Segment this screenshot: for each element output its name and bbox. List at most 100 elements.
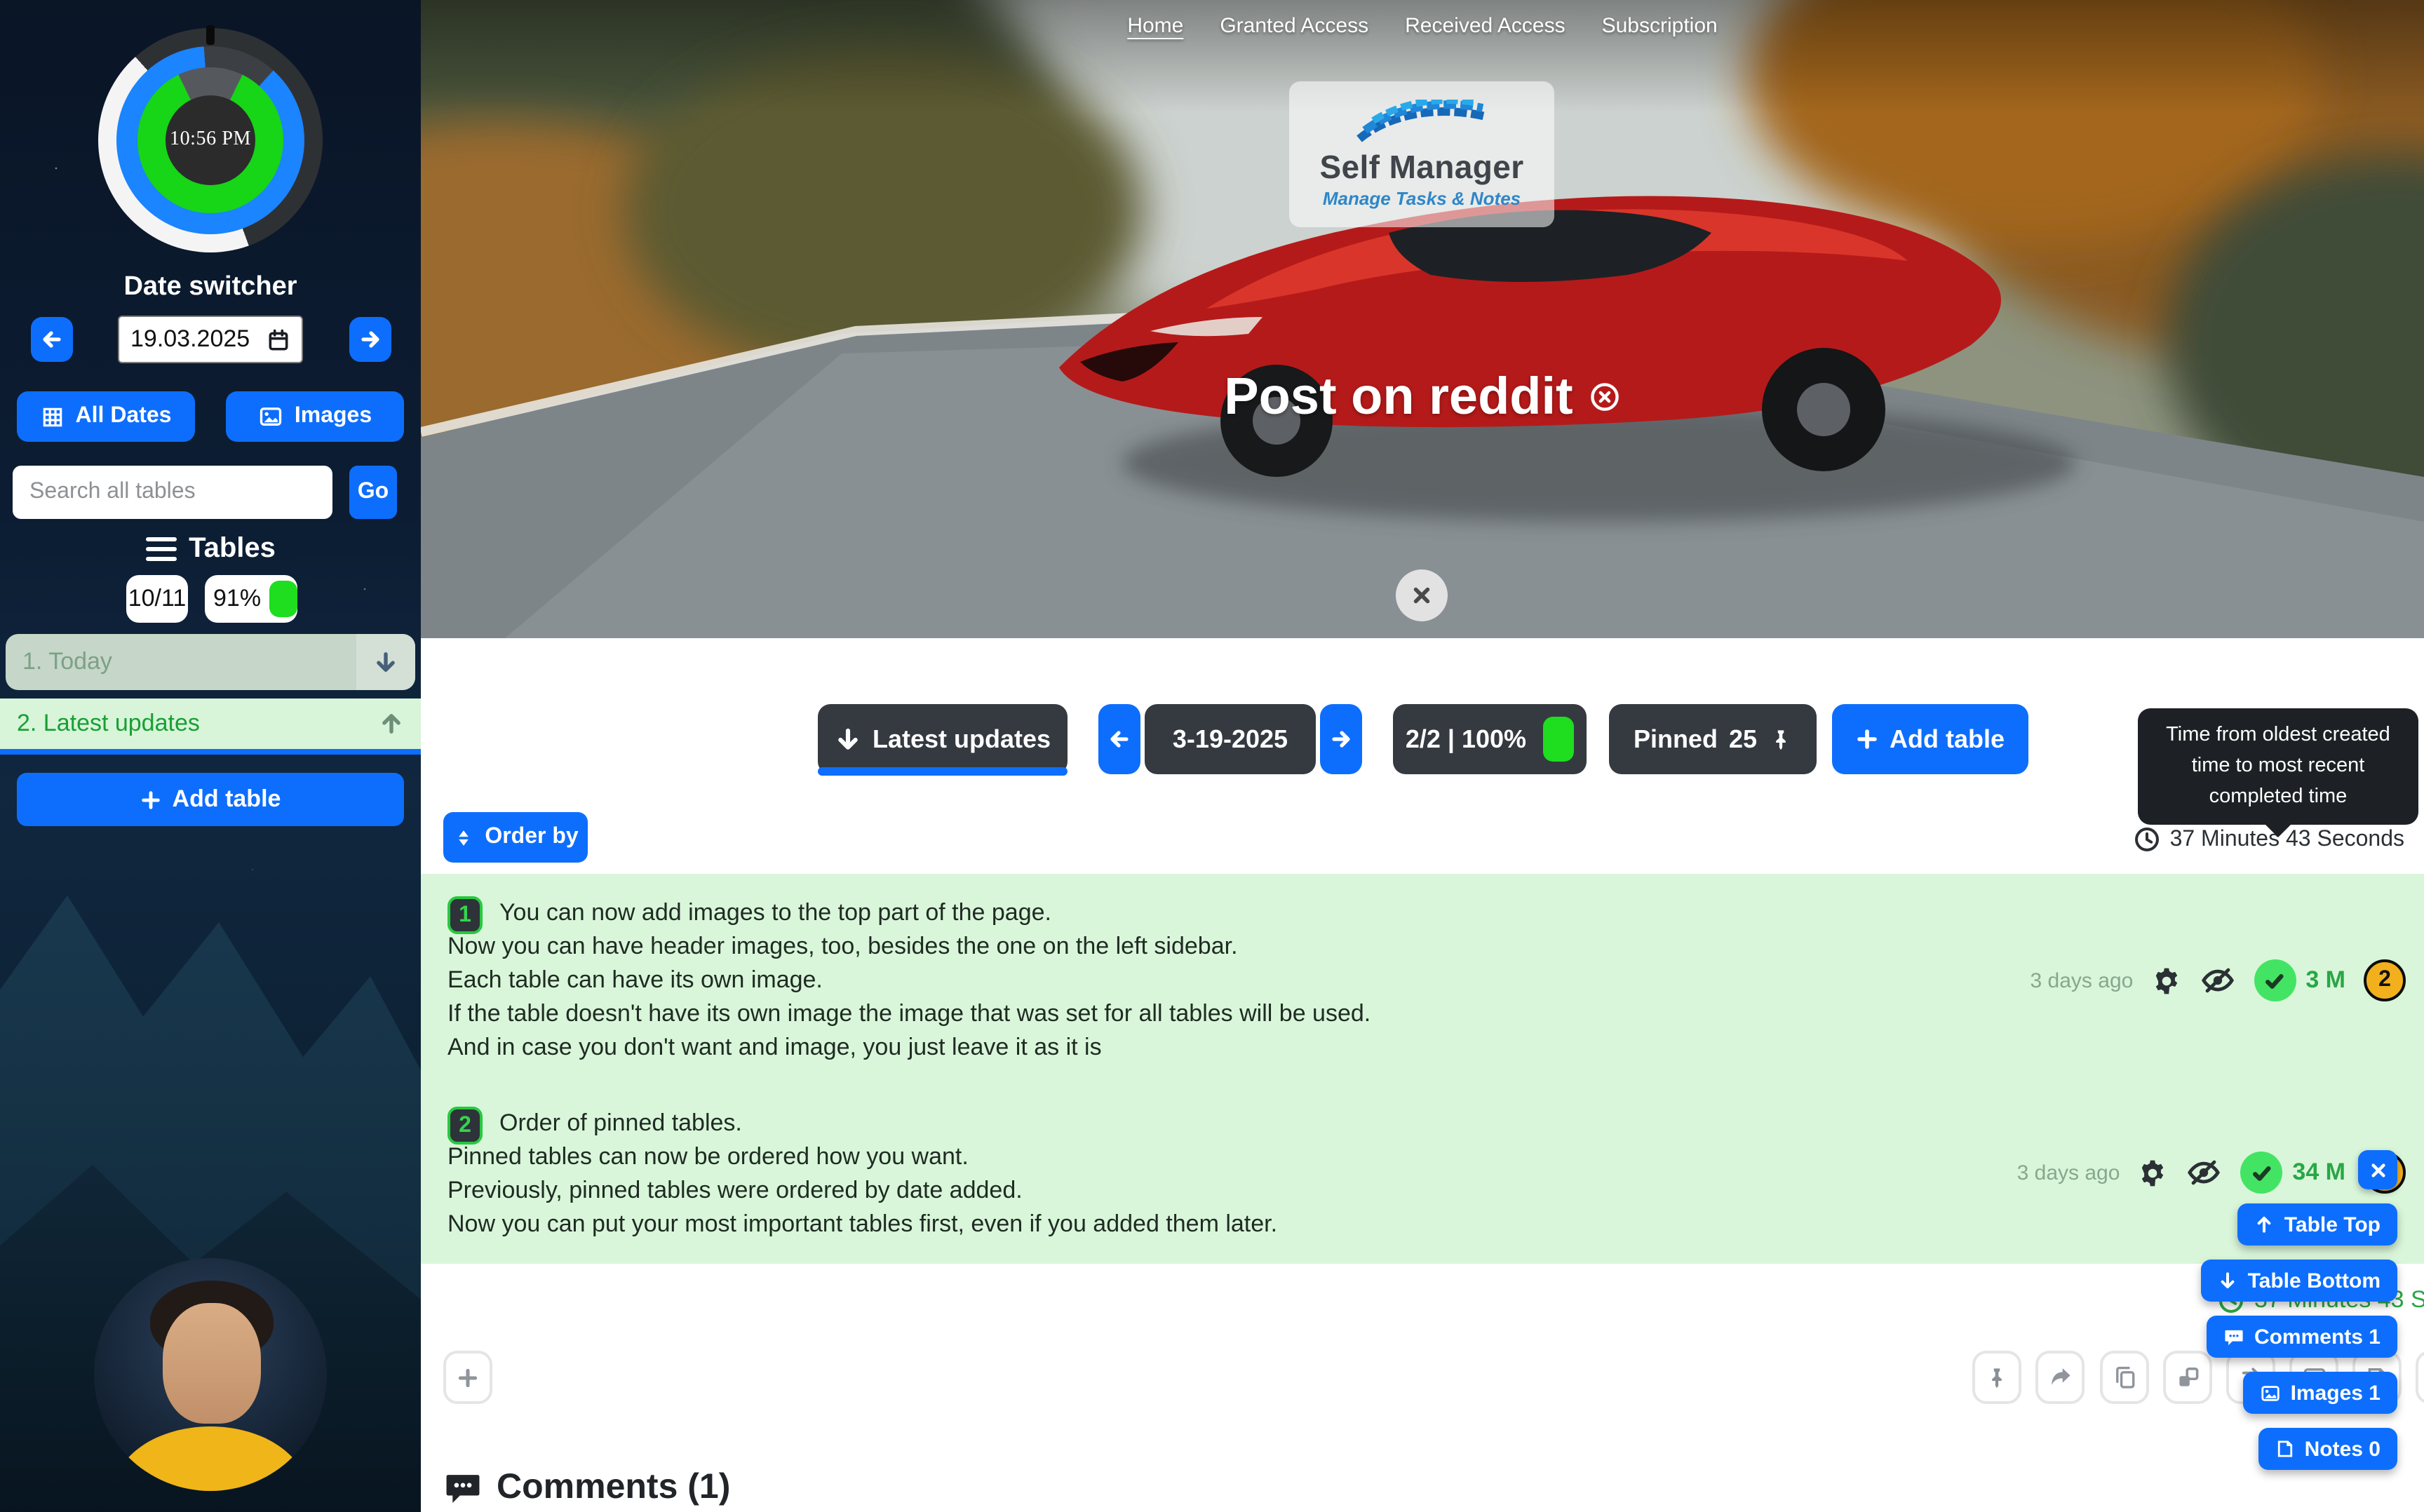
logo-wave-icon [1345, 100, 1499, 147]
arrow-right-icon [1330, 728, 1352, 750]
search-go-button[interactable]: Go [349, 466, 397, 519]
check-icon [2263, 968, 2287, 992]
collapse-header-button[interactable] [1396, 569, 1448, 621]
current-date-button[interactable]: 3-19-2025 [1145, 704, 1316, 774]
arrow-down-icon [373, 649, 398, 675]
copy-icon [2112, 1365, 2137, 1390]
share-button[interactable] [2035, 1351, 2085, 1404]
date-input-wrap [118, 316, 303, 363]
arrow-right-icon [359, 328, 382, 351]
task-line: Previously, pinned tables were ordered b… [447, 1174, 1023, 1208]
add-row-button[interactable] [443, 1351, 492, 1404]
arrow-up-icon [379, 711, 404, 736]
avatar-shirt [114, 1426, 307, 1491]
pinned-button[interactable]: Pinned 25 [1609, 704, 1817, 774]
app-logo: Self Manager Manage Tasks & Notes [1289, 81, 1554, 227]
gear-icon[interactable] [2151, 966, 2181, 995]
prev-day-button[interactable] [1098, 704, 1140, 774]
menu-item-label: Table Bottom [2248, 1269, 2381, 1292]
task-title: Order of pinned tables. [499, 1107, 742, 1140]
task-line: If the table doesn't have its own image … [447, 997, 1371, 1031]
images-button[interactable]: Images [226, 391, 404, 442]
add-table-label: Add table [173, 785, 281, 814]
close-icon [2369, 1161, 2387, 1179]
top-nav: Home Granted Access Received Access Subs… [421, 14, 2424, 38]
task-controls: 3 days ago 3 M 2 [2031, 959, 2406, 1001]
add-table-button-toolbar[interactable]: Add table [1832, 704, 2028, 774]
menu-item-label: Images 1 [2291, 1381, 2381, 1405]
menu-item-comments[interactable]: Comments 1 [2207, 1316, 2397, 1358]
hidden-action-button[interactable] [2416, 1351, 2424, 1404]
avatar-face [163, 1303, 261, 1424]
plus-icon [1856, 728, 1878, 750]
all-dates-button[interactable]: All Dates [17, 391, 195, 442]
sidebar-item-label: 2. Latest updates [17, 710, 200, 738]
eye-slash-icon[interactable] [2199, 962, 2235, 999]
logo-subtitle: Manage Tasks & Notes [1323, 188, 1521, 209]
latest-updates-table: 1 You can now add images to the top part… [421, 874, 2424, 1264]
task-duration: 3 M [2305, 966, 2345, 994]
menu-item-table-top[interactable]: Table Top [2238, 1203, 2397, 1246]
duration-tooltip: Time from oldest created time to most re… [2138, 708, 2418, 825]
menu-item-label: Table Top [2284, 1213, 2381, 1236]
pin-table-button[interactable] [1972, 1351, 2021, 1404]
task-line: Each table can have its own image. [447, 964, 823, 997]
search-input[interactable] [13, 466, 332, 519]
activity-clock: 10:56 PM [98, 28, 323, 252]
user-avatar[interactable] [94, 1258, 327, 1491]
progress-button[interactable]: 2/2 | 100% [1393, 704, 1587, 774]
arrow-left-icon [41, 328, 63, 351]
clock-notch [206, 25, 215, 45]
percent-pill [269, 581, 297, 617]
latest-updates-button[interactable]: Latest updates [818, 704, 1068, 774]
chat-icon [443, 1468, 483, 1507]
task-age: 3 days ago [2031, 968, 2134, 992]
tables-label: Tables [189, 533, 276, 565]
calendar-icon[interactable] [267, 328, 290, 351]
chat-icon [2223, 1326, 2244, 1347]
attachment-count-badge[interactable]: 2 [2364, 959, 2406, 1001]
circle-x-icon[interactable] [1590, 382, 1621, 412]
sidebar: 10:56 PM Date switcher All Dates Images … [0, 0, 421, 1512]
plus-icon [140, 789, 161, 810]
all-dates-label: All Dates [76, 404, 172, 429]
prev-date-button[interactable] [31, 317, 73, 362]
table-title: Post on reddit [421, 367, 2424, 426]
order-by-button[interactable]: Order by [443, 812, 588, 863]
clock-time: 10:56 PM [170, 129, 251, 151]
menu-item-table-bottom[interactable]: Table Bottom [2202, 1260, 2397, 1302]
sidebar-item-latest-updates[interactable]: 2. Latest updates [0, 698, 421, 755]
nav-item-granted-access[interactable]: Granted Access [1220, 14, 1368, 38]
pin-icon [1768, 727, 1792, 751]
table-context-menu: Table Top Table Bottom Comments 1 Images… [2202, 1150, 2397, 1470]
next-day-button[interactable] [1320, 704, 1362, 774]
images-label: Images [295, 404, 372, 429]
menu-item-label: Comments 1 [2254, 1325, 2381, 1349]
nav-item-received-access[interactable]: Received Access [1405, 14, 1565, 38]
nav-item-home[interactable]: Home [1127, 14, 1183, 38]
tables-percent-value: 91% [213, 585, 261, 613]
task-number-badge[interactable]: 1 [447, 896, 483, 934]
menu-item-notes[interactable]: Notes 0 [2258, 1428, 2397, 1470]
copy-button[interactable] [2100, 1351, 2149, 1404]
close-menu-button[interactable] [2358, 1150, 2397, 1189]
add-table-button-sidebar[interactable]: Add table [17, 773, 404, 826]
menu-item-images[interactable]: Images 1 [2243, 1372, 2397, 1414]
arrow-left-icon [1108, 728, 1131, 750]
move-down-button[interactable] [356, 634, 415, 690]
logo-title: Self Manager [1319, 149, 1523, 187]
gear-icon[interactable] [2138, 1158, 2167, 1187]
task-number-badge[interactable]: 2 [447, 1107, 483, 1145]
hamburger-icon[interactable] [145, 537, 176, 561]
date-input[interactable] [130, 325, 260, 353]
pinned-label: Pinned [1634, 724, 1718, 754]
header-image: Home Granted Access Received Access Subs… [421, 0, 2424, 638]
image-icon [258, 404, 283, 429]
complete-toggle[interactable] [2254, 959, 2296, 1001]
sidebar-item-today[interactable]: 1. Today [6, 634, 415, 690]
next-date-button[interactable] [349, 317, 391, 362]
move-up-button[interactable] [379, 711, 404, 736]
task-line: Now you can have header images, too, bes… [447, 930, 1238, 964]
add-table-label: Add table [1890, 724, 2005, 754]
nav-item-subscription[interactable]: Subscription [1602, 14, 1718, 38]
